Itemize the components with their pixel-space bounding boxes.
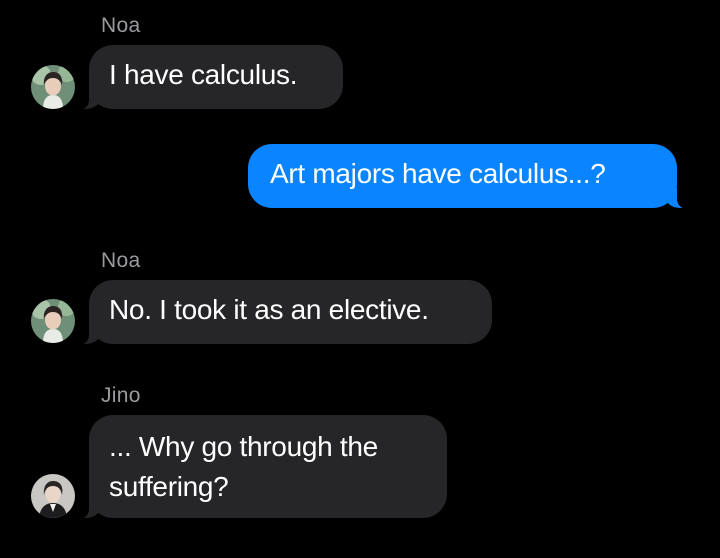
message-text: ... Why go through the suffering? — [109, 431, 378, 502]
message-text: I have calculus. — [109, 59, 298, 90]
message-text: No. I took it as an elective. — [109, 294, 429, 325]
jino-avatar-icon[interactable] — [31, 474, 75, 518]
sender-name: Noa — [101, 249, 141, 272]
message-bubble[interactable]: No. I took it as an elective. — [75, 280, 492, 345]
noa-avatar-icon[interactable] — [31, 299, 75, 343]
noa-avatar-icon[interactable] — [31, 65, 75, 109]
message-text: Art majors have calculus...? — [270, 158, 606, 189]
message-bubble[interactable]: I have calculus. — [75, 45, 343, 110]
message-bubble-outgoing[interactable]: Art majors have calculus...? — [248, 144, 691, 209]
sender-name: Jino — [101, 384, 141, 407]
sender-name: Noa — [101, 14, 141, 37]
message-bubble[interactable]: ... Why go through the suffering? — [75, 415, 447, 519]
